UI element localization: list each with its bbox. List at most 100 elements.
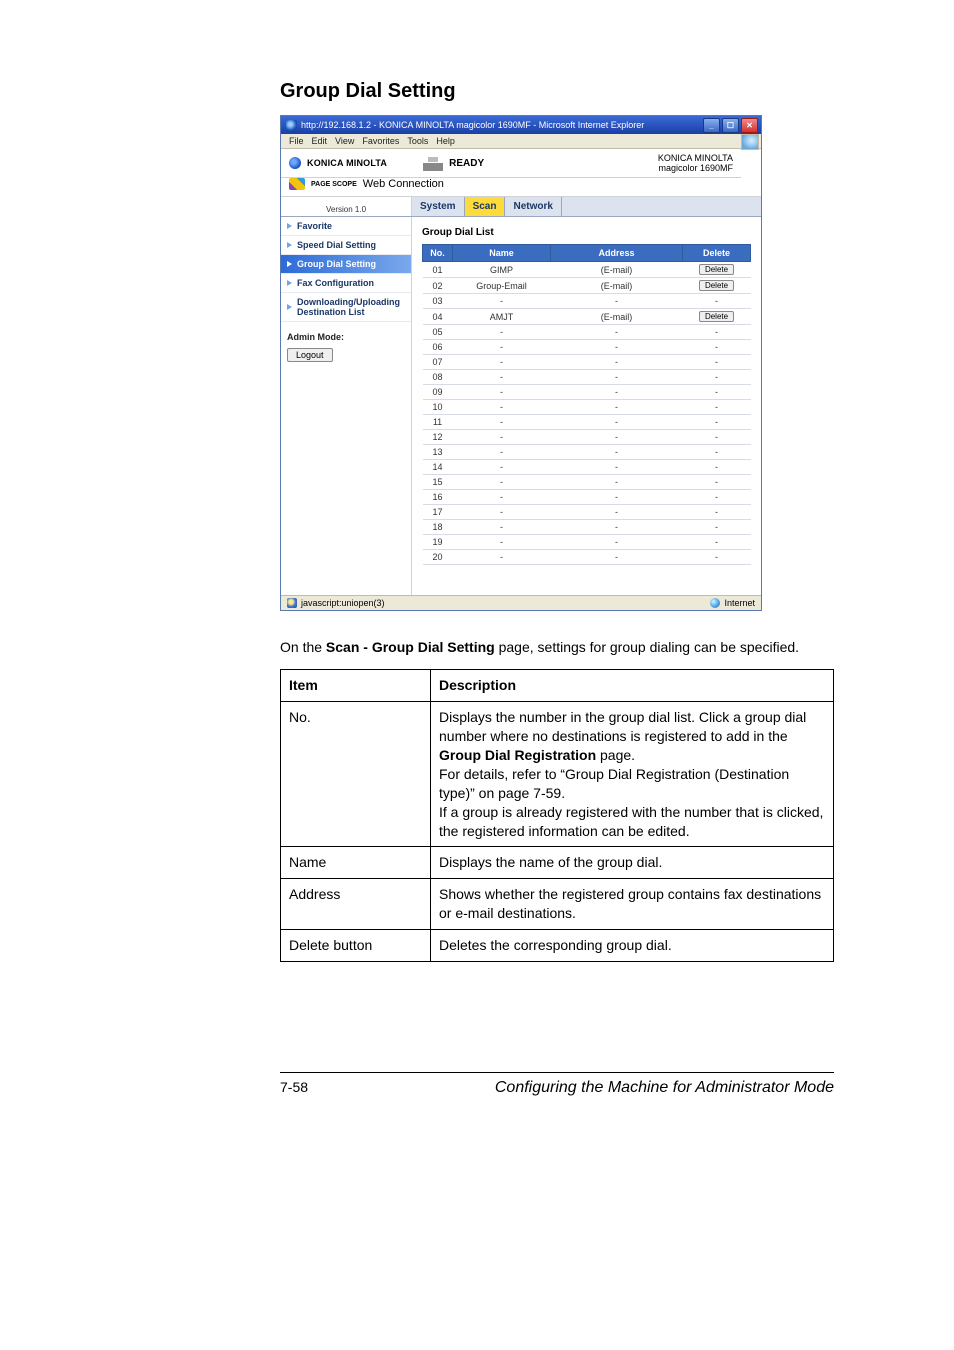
minimize-button[interactable]: _	[703, 118, 720, 133]
cell-no[interactable]: 02	[423, 278, 453, 294]
table-row: 11---	[423, 415, 751, 430]
col-name: Name	[453, 245, 551, 262]
brand-text: KONICA MINOLTA	[307, 158, 387, 168]
menu-edit[interactable]: Edit	[310, 136, 330, 146]
table-row: 20---	[423, 550, 751, 565]
logout-button[interactable]: Logout	[287, 348, 333, 362]
tab-network[interactable]: Network	[505, 197, 561, 216]
chevron-right-icon	[287, 242, 292, 248]
menu-tools[interactable]: Tools	[405, 136, 430, 146]
close-button[interactable]: ✕	[741, 118, 758, 133]
cell-no[interactable]: 17	[423, 505, 453, 520]
chevron-right-icon	[287, 223, 292, 229]
cell-name: -	[453, 370, 551, 385]
cell-no[interactable]: 14	[423, 460, 453, 475]
cell-no[interactable]: 01	[423, 262, 453, 278]
table-row: 06---	[423, 340, 751, 355]
statusbar-zone: Internet	[724, 598, 755, 608]
cell-no[interactable]: 12	[423, 430, 453, 445]
cell-no[interactable]: 04	[423, 309, 453, 325]
delete-button[interactable]: Delete	[699, 280, 734, 291]
cell-no[interactable]: 07	[423, 355, 453, 370]
cell-address: -	[551, 430, 683, 445]
menu-view[interactable]: View	[333, 136, 356, 146]
window-title: http://192.168.1.2 - KONICA MINOLTA magi…	[301, 120, 644, 130]
cell-name: -	[453, 400, 551, 415]
table-row: 12---	[423, 430, 751, 445]
desc-header-desc: Description	[431, 670, 834, 702]
cell-no[interactable]: 03	[423, 294, 453, 309]
desc-item: Delete button	[281, 930, 431, 962]
caption-prefix: On the	[280, 639, 326, 655]
pagescope-prefix: PAGE SCOPE	[311, 181, 357, 188]
cell-name: -	[453, 325, 551, 340]
cell-address: -	[551, 325, 683, 340]
cell-no[interactable]: 15	[423, 475, 453, 490]
sidebar-item-fax-config[interactable]: Fax Configuration	[281, 274, 411, 293]
menu-file[interactable]: File	[287, 136, 306, 146]
ie-small-icon	[287, 598, 297, 608]
cell-no[interactable]: 13	[423, 445, 453, 460]
sidebar-item-speed-dial[interactable]: Speed Dial Setting	[281, 236, 411, 255]
header-right-model: magicolor 1690MF	[658, 163, 733, 173]
sidebar: Favorite Speed Dial Setting Group Dial S…	[281, 217, 412, 595]
browser-menubar: File Edit View Favorites Tools Help	[281, 134, 761, 149]
cell-no[interactable]: 06	[423, 340, 453, 355]
cell-address: -	[551, 490, 683, 505]
desc-header-item: Item	[281, 670, 431, 702]
table-row: 07---	[423, 355, 751, 370]
chevron-right-icon	[287, 261, 292, 267]
cell-address: -	[551, 294, 683, 309]
table-row: 02Group-Email(E-mail)Delete	[423, 278, 751, 294]
table-row: No.Displays the number in the group dial…	[281, 702, 834, 847]
tab-scan[interactable]: Scan	[465, 197, 506, 216]
col-no: No.	[423, 245, 453, 262]
brand-logo-icon	[289, 157, 301, 169]
cell-no[interactable]: 09	[423, 385, 453, 400]
window-titlebar: http://192.168.1.2 - KONICA MINOLTA magi…	[281, 116, 761, 134]
section-heading: Group Dial Setting	[280, 80, 834, 103]
maximize-button[interactable]: ☐	[722, 118, 739, 133]
cell-delete: Delete	[683, 262, 751, 278]
desc-description: Shows whether the registered group conta…	[431, 879, 834, 930]
cell-address: -	[551, 400, 683, 415]
menu-help[interactable]: Help	[434, 136, 457, 146]
table-row: 08---	[423, 370, 751, 385]
table-row: 10---	[423, 400, 751, 415]
cell-delete: -	[683, 370, 751, 385]
cell-no[interactable]: 11	[423, 415, 453, 430]
cell-no[interactable]: 18	[423, 520, 453, 535]
version-label: Version 1.0	[281, 197, 412, 216]
cell-no[interactable]: 19	[423, 535, 453, 550]
delete-button[interactable]: Delete	[699, 311, 734, 322]
cell-no[interactable]: 10	[423, 400, 453, 415]
sidebar-item-favorite[interactable]: Favorite	[281, 217, 411, 236]
table-row: AddressShows whether the registered grou…	[281, 879, 834, 930]
header-row: KONICA MINOLTA READY KONICA MINOLTA magi…	[281, 149, 741, 178]
desc-description: Deletes the corresponding group dial.	[431, 930, 834, 962]
cell-address: -	[551, 340, 683, 355]
delete-button[interactable]: Delete	[699, 264, 734, 275]
webconn-row: PAGE SCOPE Web Connection	[281, 178, 761, 197]
cell-no[interactable]: 20	[423, 550, 453, 565]
caption-paragraph: On the Scan - Group Dial Setting page, s…	[280, 637, 834, 657]
cell-address: -	[551, 505, 683, 520]
menu-favorites[interactable]: Favorites	[360, 136, 401, 146]
tab-system[interactable]: System	[412, 197, 465, 216]
cell-address: -	[551, 385, 683, 400]
chevron-right-icon	[287, 280, 292, 286]
desc-item: No.	[281, 702, 431, 847]
cell-address: -	[551, 355, 683, 370]
cell-no[interactable]: 08	[423, 370, 453, 385]
cell-name: GIMP	[453, 262, 551, 278]
desc-description: Displays the name of the group dial.	[431, 847, 834, 879]
sidebar-item-download-upload[interactable]: Downloading/Uploading Destination List	[281, 293, 411, 322]
cell-no[interactable]: 05	[423, 325, 453, 340]
cell-delete: -	[683, 460, 751, 475]
sidebar-item-group-dial[interactable]: Group Dial Setting	[281, 255, 411, 274]
cell-name: -	[453, 294, 551, 309]
sidebar-item-label: Speed Dial Setting	[297, 240, 376, 250]
cell-address: -	[551, 415, 683, 430]
cell-no[interactable]: 16	[423, 490, 453, 505]
cell-name: -	[453, 460, 551, 475]
